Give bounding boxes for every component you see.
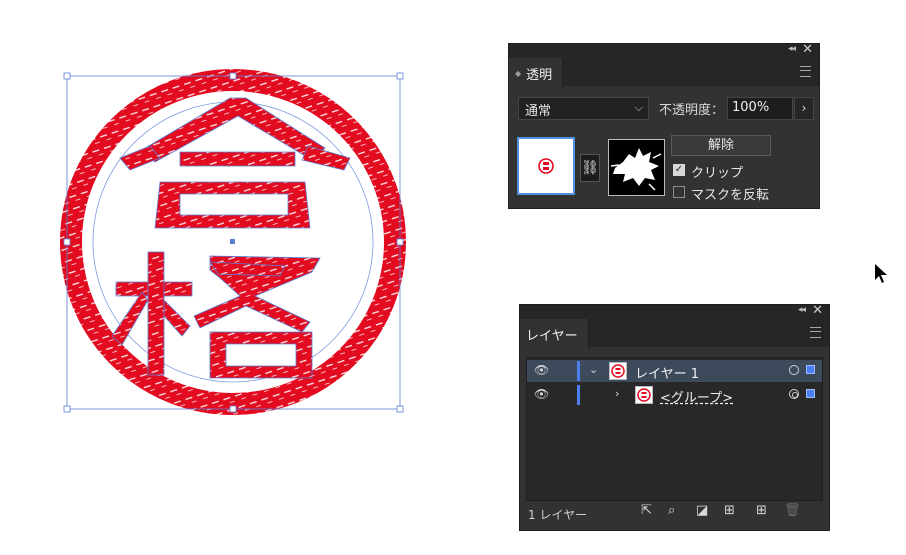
tab-transparency[interactable]: ◆ 透明 <box>509 58 564 88</box>
opacity-value: 100% <box>732 100 770 115</box>
tab-grip-icon[interactable]: ◆ <box>515 69 521 78</box>
eye-icon[interactable]: 👁 <box>534 387 549 401</box>
layer-row[interactable]: 👁 › <グループ> <box>527 384 822 406</box>
clipping-mask-icon[interactable]: ◪ <box>696 503 708 518</box>
layer-name[interactable]: レイヤー 1 <box>635 363 699 382</box>
collapse-panel-icon[interactable]: ◂◂ <box>788 44 796 54</box>
stamp-thumbnail-icon <box>538 158 554 174</box>
release-button[interactable]: 解除 <box>671 135 771 156</box>
layer-row[interactable]: 👁 ⌄ レイヤー 1 <box>527 360 822 382</box>
panel-title-bar[interactable]: ◂◂ ✕ <box>520 303 829 319</box>
opacity-label: 不透明度： <box>659 103 725 118</box>
search-icon[interactable]: ⌕ <box>668 503 675 518</box>
layer-thumbnail <box>609 362 627 380</box>
chevron-down-icon[interactable]: ⌄ <box>589 363 598 376</box>
panel-menu-icon[interactable] <box>800 66 811 77</box>
selection-indicator[interactable] <box>806 365 815 374</box>
transparency-panel: ◂◂ ✕ ◆ 透明 通常 ⌵ 不透明度： 100% › ⛓ 解除 ✓ クリップ … <box>509 42 819 208</box>
invert-mask-checkbox[interactable] <box>673 186 685 198</box>
close-icon[interactable]: ✕ <box>812 303 823 318</box>
artwork-thumbnail[interactable] <box>517 137 575 195</box>
tab-row: レイヤー <box>520 319 829 349</box>
new-sublayer-icon[interactable]: ⊞ <box>724 503 735 518</box>
mask-thumbnail[interactable] <box>608 139 665 196</box>
clip-label: クリップ <box>691 166 744 181</box>
mouse-pointer-icon <box>875 264 887 283</box>
panel-title-bar[interactable]: ◂◂ ✕ <box>509 42 819 58</box>
opacity-input[interactable]: 100% <box>727 97 793 120</box>
chevron-right-icon[interactable]: › <box>615 387 619 400</box>
invert-mask-label: マスクを反転 <box>691 188 770 203</box>
panel-menu-icon[interactable] <box>810 327 821 338</box>
brush-mask-icon <box>610 148 662 191</box>
layer-thumbnail <box>635 386 653 404</box>
tab-label: レイヤー <box>526 328 578 344</box>
stamp-character-kaku <box>111 251 321 379</box>
blend-mode-value: 通常 <box>525 104 552 119</box>
stamp-artwork[interactable] <box>50 60 420 430</box>
center-point <box>230 239 235 244</box>
collapse-panel-icon[interactable]: ◂◂ <box>798 305 806 315</box>
tab-row: ◆ 透明 <box>509 58 819 88</box>
new-layer-icon[interactable]: ⊞ <box>756 503 767 518</box>
opacity-slider-button[interactable]: › <box>794 97 814 120</box>
layer-count: 1 レイヤー <box>528 508 588 522</box>
target-circle-icon[interactable] <box>789 389 799 399</box>
target-circle-icon[interactable] <box>789 365 799 375</box>
layers-panel: ◂◂ ✕ レイヤー 👁 ⌄ レイヤー 1 👁 › <グループ> 1 レイヤー ⇱… <box>520 303 829 530</box>
stamp-character-gou <box>119 97 351 229</box>
chevron-down-icon: ⌵ <box>634 101 643 114</box>
export-icon[interactable]: ⇱ <box>641 503 652 518</box>
layer-color-bar <box>577 361 580 381</box>
selection-indicator[interactable] <box>806 389 815 398</box>
layer-name[interactable]: <グループ> <box>660 387 733 406</box>
chain-link-icon[interactable]: ⛓ <box>580 154 600 182</box>
tab-layers[interactable]: レイヤー <box>520 319 589 349</box>
layers-list: 👁 ⌄ レイヤー 1 👁 › <グループ> <box>526 357 823 501</box>
layer-color-bar <box>577 385 580 405</box>
close-icon[interactable]: ✕ <box>802 42 813 57</box>
tab-label: 透明 <box>526 67 553 83</box>
trash-icon[interactable]: 🗑 <box>784 503 801 518</box>
clip-checkbox[interactable]: ✓ <box>673 164 685 176</box>
blend-mode-select[interactable]: 通常 ⌵ <box>518 97 649 120</box>
eye-icon[interactable]: 👁 <box>534 363 549 377</box>
